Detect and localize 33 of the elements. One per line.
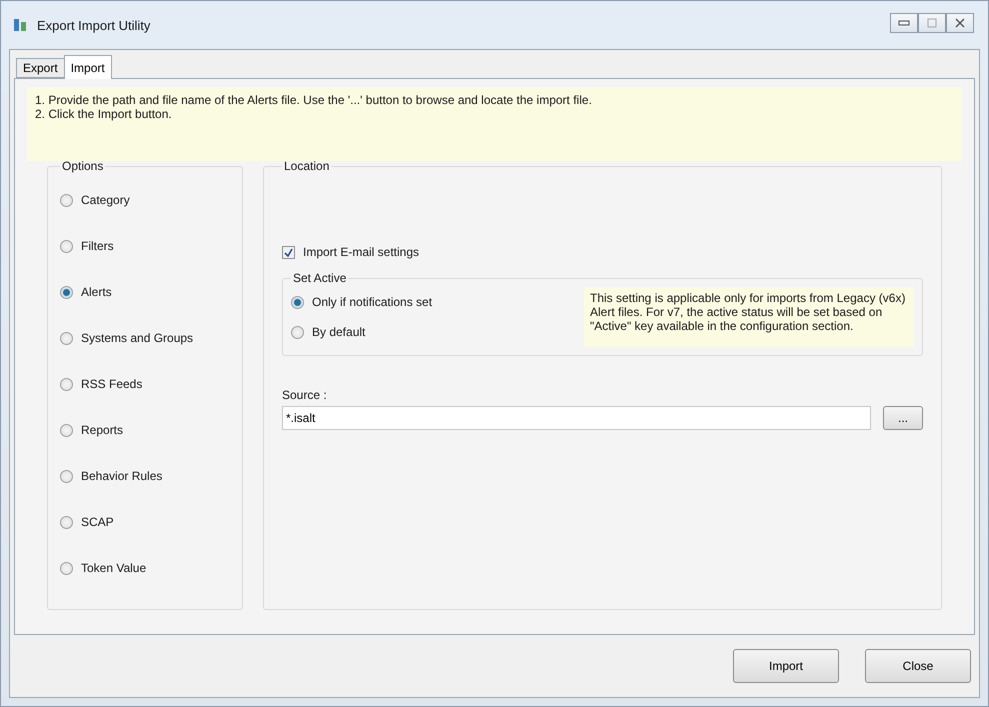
- note-text: This setting is applicable only for imports from Legacy (v6x) Alert files. For v7, the active status will be set based on "Active" key available in the configuration section.: [584, 287, 914, 347]
- option-radio[interactable]: Filters: [60, 223, 230, 269]
- close-icon: [955, 18, 965, 28]
- email-settings-checkbox[interactable]: Import E-mail settings: [282, 245, 923, 259]
- dialog-button[interactable]: Close: [865, 649, 971, 683]
- group-title: Options: [61, 159, 104, 173]
- option-radio[interactable]: Category: [60, 177, 230, 223]
- instruction-text: 1. Provide the path and file name of the Alerts file. Use the '...' button to browse and locate the import file.: [35, 93, 593, 107]
- set-active-radio[interactable]: Only if notifications set: [291, 287, 501, 317]
- option-radio[interactable]: RSS Feeds: [60, 361, 230, 407]
- option-radio[interactable]: SCAP: [60, 499, 230, 545]
- minimize-icon: [898, 20, 910, 26]
- option-radio[interactable]: Systems and Groups: [60, 315, 230, 361]
- browse-button[interactable]: ...: [883, 406, 923, 430]
- minimize-button[interactable]: [890, 13, 918, 33]
- tab[interactable]: Import: [64, 55, 112, 79]
- option-radio[interactable]: Reports: [60, 407, 230, 453]
- checkmark-icon: [284, 248, 293, 256]
- option-radio[interactable]: Behavior Rules: [60, 453, 230, 499]
- maximize-icon: [927, 18, 937, 28]
- tab[interactable]: Export: [16, 58, 65, 78]
- set-active-radio[interactable]: By default: [291, 317, 501, 347]
- group-title: Location: [283, 159, 330, 173]
- app-icon: [13, 17, 29, 33]
- instruction-text: 2. Click the Import button.: [35, 107, 173, 121]
- window-title: Export Import Utility: [37, 18, 152, 32]
- source-field[interactable]: *.isalt: [282, 406, 871, 430]
- option-radio[interactable]: Token Value: [60, 545, 230, 591]
- source-label: Source :: [282, 388, 328, 402]
- dialog-button[interactable]: Import: [733, 649, 839, 683]
- group-title: Set Active: [292, 271, 348, 285]
- option-radio[interactable]: Alerts: [60, 269, 230, 315]
- close-button[interactable]: [946, 13, 974, 33]
